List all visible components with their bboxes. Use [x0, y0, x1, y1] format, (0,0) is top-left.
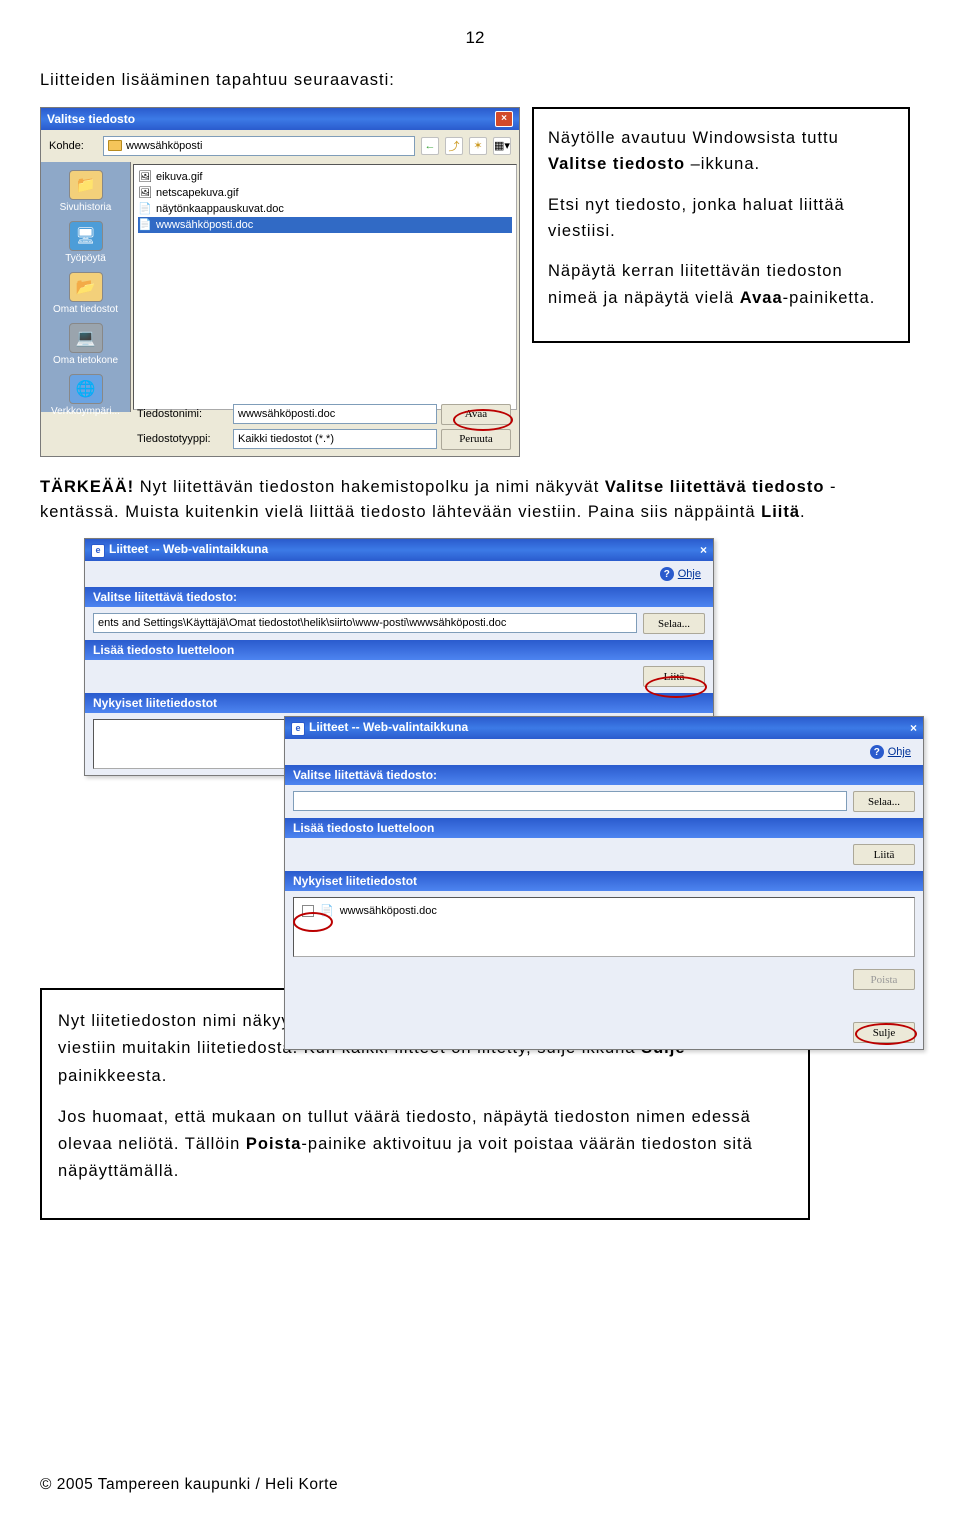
back-icon[interactable]: ←: [421, 137, 439, 155]
places-desktop[interactable]: 🖥 Työpöytä: [48, 221, 124, 264]
section-current-files: Nykyiset liitetiedostot: [285, 871, 923, 891]
places-mycomputer[interactable]: 💻 Oma tietokone: [48, 323, 124, 366]
close-icon[interactable]: ×: [495, 111, 513, 127]
file-item-selected[interactable]: 📄wwwsähköposti.doc: [138, 217, 512, 233]
close-icon[interactable]: ×: [910, 721, 917, 735]
filetype-label: Tiedostotyyppi:: [137, 433, 229, 445]
help-link[interactable]: Ohje: [678, 568, 701, 580]
info-text: -painiketta.: [783, 289, 876, 307]
mid-text: Nyt liitettävän tiedoston hakemistopolku…: [134, 478, 605, 496]
info-text: –ikkuna.: [685, 155, 760, 173]
browse-button[interactable]: Selaa...: [853, 791, 915, 812]
places-mydocs[interactable]: 📂 Omat tiedostot: [48, 272, 124, 315]
web-dialog-title: Liitteet -- Web-valintaikkuna: [109, 542, 268, 556]
places-mydocs-label: Omat tiedostot: [53, 304, 118, 315]
kohde-label: Kohde:: [49, 140, 97, 152]
open-button[interactable]: Avaa: [441, 404, 511, 425]
places-history[interactable]: 📁 Sivuhistoria: [48, 170, 124, 213]
kohde-combo[interactable]: wwwsähköposti: [103, 136, 415, 156]
file-path-input[interactable]: [93, 613, 637, 633]
folder-icon: [108, 140, 122, 151]
intro-text: Liitteiden lisääminen tapahtuu seuraavas…: [40, 68, 910, 93]
section-add-file: Lisää tiedosto luetteloon: [285, 818, 923, 838]
places-desktop-label: Työpöytä: [65, 253, 106, 264]
newfolder-icon[interactable]: ✶: [469, 137, 487, 155]
help-icon: ?: [660, 567, 674, 581]
page-number: 12: [40, 28, 910, 48]
remove-button[interactable]: Poista: [853, 969, 915, 990]
places-history-label: Sivuhistoria: [60, 202, 112, 213]
info2-bold: Poista: [246, 1135, 302, 1153]
attach-button[interactable]: Liitä: [853, 844, 915, 865]
file-checkbox[interactable]: [302, 905, 314, 917]
file-item[interactable]: 📄näytönkaappauskuvat.doc: [138, 201, 512, 217]
help-link[interactable]: Ohje: [888, 746, 911, 758]
kohde-value: wwwsähköposti: [126, 140, 202, 152]
mid-bold: Liitä: [761, 503, 800, 521]
mid-text: .: [800, 503, 806, 521]
file-item[interactable]: 🖼netscapekuva.gif: [138, 185, 512, 201]
file-path-input[interactable]: [293, 791, 847, 811]
web-dialog-title: Liitteet -- Web-valintaikkuna: [309, 720, 468, 734]
section-add-file: Lisää tiedosto luetteloon: [85, 640, 713, 660]
info-text-bold: Valitse tiedosto: [548, 155, 685, 173]
section-select-file: Valitse liitettävä tiedosto:: [85, 587, 713, 607]
web-dialog-2: eLiitteet -- Web-valintaikkuna × ? Ohje …: [284, 716, 924, 1050]
places-mycomp-label: Oma tietokone: [53, 355, 118, 366]
help-icon: ?: [870, 745, 884, 759]
info2-text: Nyt liitetiedoston nimi näkyy: [58, 1012, 296, 1030]
file-dialog: Valitse tiedosto × Kohde: wwwsähköposti …: [40, 107, 520, 457]
section-select-file: Valitse liitettävä tiedosto:: [285, 765, 923, 785]
file-dialog-title: Valitse tiedosto: [47, 112, 135, 126]
attached-file-row[interactable]: 📄 wwwsähköposti.doc: [298, 902, 910, 919]
info-box-1: Näytölle avautuu Windowsista tuttu Valit…: [532, 107, 910, 343]
up-icon[interactable]: ⤴: [445, 137, 463, 155]
info-text-bold: Avaa: [740, 289, 783, 307]
attached-filename: wwwsähköposti.doc: [340, 905, 437, 917]
close-icon[interactable]: ×: [700, 543, 707, 557]
filename-label: Tiedostonimi:: [137, 408, 229, 420]
file-list[interactable]: 🖼eikuva.gif 🖼netscapekuva.gif 📄näytönkaa…: [133, 164, 517, 410]
filetype-combo[interactable]: Kaikki tiedostot (*.*): [233, 429, 437, 449]
places-network-label: Verkkoympäri...: [51, 406, 120, 417]
browse-button[interactable]: Selaa...: [643, 613, 705, 634]
places-network[interactable]: 🌐 Verkkoympäri...: [48, 374, 124, 417]
places-bar: 📁 Sivuhistoria 🖥 Työpöytä 📂 Omat tiedost…: [41, 162, 131, 412]
current-files-area: 📄 wwwsähköposti.doc: [293, 897, 915, 957]
filename-input[interactable]: wwwsähköposti.doc: [233, 404, 437, 424]
section-current-files: Nykyiset liitetiedostot: [85, 693, 713, 713]
mid-bold: Valitse liitettävä tiedosto: [605, 478, 825, 496]
cancel-button[interactable]: Peruuta: [441, 429, 511, 450]
attach-button[interactable]: Liitä: [643, 666, 705, 687]
info-text: Näytölle avautuu Windowsista tuttu: [548, 129, 839, 147]
copyright: © 2005 Tampereen kaupunki / Heli Korte: [40, 1476, 338, 1494]
views-icon[interactable]: ▦▾: [493, 137, 511, 155]
important-paragraph: TÄRKEÄÄ! Nyt liitettävän tiedoston hakem…: [40, 475, 910, 525]
info-text: Etsi nyt tiedosto, jonka haluat liittää …: [548, 192, 894, 245]
document-icon: 📄: [320, 904, 334, 917]
file-item[interactable]: 🖼eikuva.gif: [138, 169, 512, 185]
important-label: TÄRKEÄÄ!: [40, 478, 134, 496]
close-button[interactable]: Sulje: [853, 1022, 915, 1043]
